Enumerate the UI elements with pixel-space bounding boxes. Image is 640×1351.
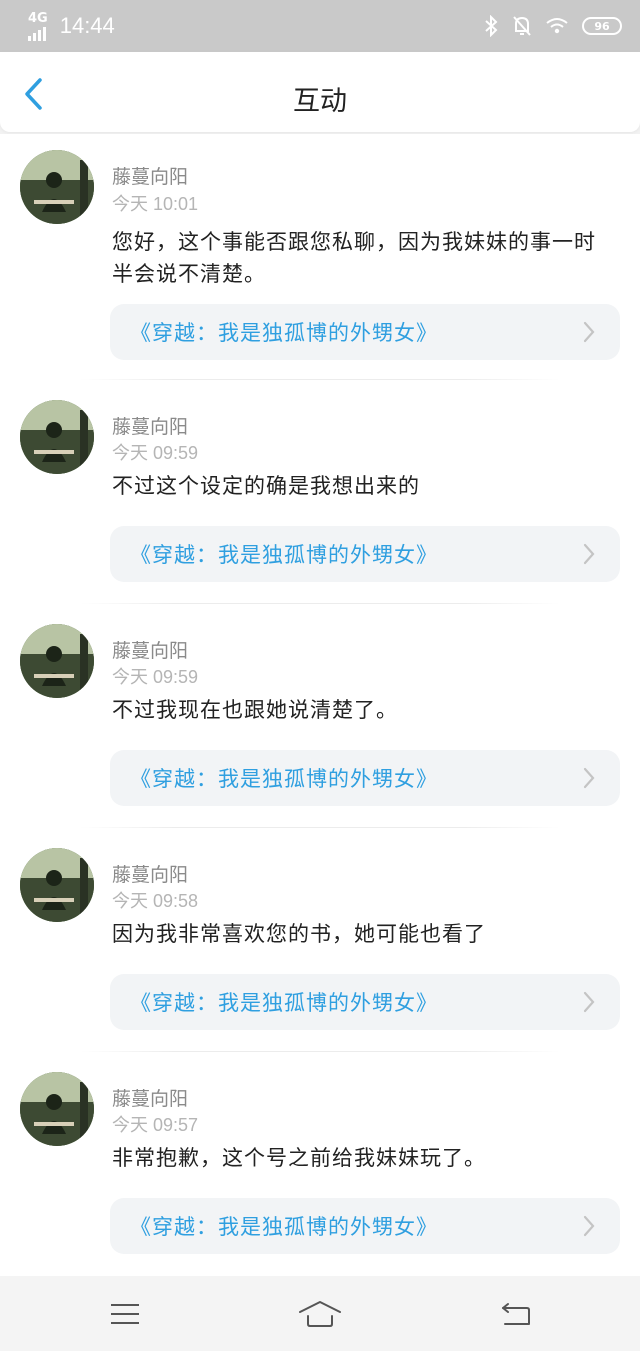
mute-bell-icon — [512, 15, 532, 37]
username: 藤蔓向阳 — [112, 1088, 189, 1110]
page-title: 互动 — [293, 86, 347, 117]
message-text: 非常抱歉，这个号之前给我妹妹玩了。 — [112, 1146, 486, 1170]
chevron-right-icon — [583, 543, 595, 565]
message-text: 不过我现在也跟她说清楚了。 — [112, 698, 398, 722]
list-item: 藤蔓向阳 今天 09:59 不过这个设定的确是我想出来的 《穿越：我是独孤博的外… — [0, 380, 640, 604]
back-nav-button[interactable] — [494, 1294, 538, 1334]
status-right: 96 — [484, 15, 622, 37]
avatar[interactable] — [20, 624, 94, 698]
avatar[interactable] — [20, 150, 94, 224]
status-bar: 4G 14:44 96 — [0, 0, 640, 52]
list-item: 藤蔓向阳 今天 09:59 不过我现在也跟她说清楚了。 《穿越：我是独孤博的外甥… — [0, 604, 640, 828]
status-left: 4G 14:44 — [28, 12, 115, 41]
book-link[interactable]: 《穿越：我是独孤博的外甥女》 — [110, 750, 620, 806]
book-title: 《穿越：我是独孤博的外甥女》 — [130, 1215, 438, 1239]
timestamp: 今天 09:57 — [112, 1115, 199, 1135]
username: 藤蔓向阳 — [112, 864, 189, 886]
avatar[interactable] — [20, 400, 94, 474]
header: 互动 — [0, 52, 640, 132]
book-link[interactable]: 《穿越：我是独孤博的外甥女》 — [110, 974, 620, 1030]
timestamp: 今天 09:59 — [112, 443, 199, 463]
book-link[interactable]: 《穿越：我是独孤博的外甥女》 — [110, 1198, 620, 1254]
list-item: 藤蔓向阳 今天 10:01 您好，这个事能否跟您私聊，因为我妹妹的事一时半会说不… — [0, 134, 640, 380]
timestamp: 今天 10:01 — [112, 194, 199, 214]
home-button[interactable] — [296, 1294, 344, 1334]
clock: 14:44 — [59, 13, 115, 38]
wifi-icon — [546, 17, 568, 35]
chevron-right-icon — [583, 991, 595, 1013]
menu-icon — [111, 1304, 139, 1324]
avatar[interactable] — [20, 1072, 94, 1146]
network-label: 4G — [28, 10, 48, 26]
list-item: 藤蔓向阳 今天 09:58 因为我非常喜欢您的书，她可能也看了 《穿越：我是独孤… — [0, 828, 640, 1052]
bluetooth-icon — [484, 15, 498, 37]
username: 藤蔓向阳 — [112, 416, 189, 438]
message-text: 因为我非常喜欢您的书，她可能也看了 — [112, 922, 486, 946]
chevron-right-icon — [583, 767, 595, 789]
battery-level: 96 — [594, 19, 610, 33]
avatar[interactable] — [20, 848, 94, 922]
menu-button[interactable] — [103, 1294, 147, 1334]
book-title: 《穿越：我是独孤博的外甥女》 — [130, 321, 438, 345]
chevron-right-icon — [583, 321, 595, 343]
list-item: 藤蔓向阳 今天 09:57 非常抱歉，这个号之前给我妹妹玩了。 《穿越：我是独孤… — [0, 1052, 640, 1276]
chevron-right-icon — [583, 1215, 595, 1237]
book-link[interactable]: 《穿越：我是独孤博的外甥女》 — [110, 526, 620, 582]
username: 藤蔓向阳 — [112, 640, 189, 662]
message-text: 您好，这个事能否跟您私聊，因为我妹妹的事一时半会说不清楚。 — [112, 230, 596, 286]
home-icon — [299, 1301, 341, 1327]
message-text: 不过这个设定的确是我想出来的 — [112, 474, 420, 498]
timestamp: 今天 09:58 — [112, 891, 199, 911]
book-title: 《穿越：我是独孤博的外甥女》 — [130, 543, 438, 567]
battery-icon: 96 — [582, 17, 622, 35]
signal-icon — [28, 25, 46, 41]
return-icon — [502, 1303, 530, 1325]
timestamp: 今天 09:59 — [112, 667, 199, 687]
book-title: 《穿越：我是独孤博的外甥女》 — [130, 991, 438, 1015]
book-title: 《穿越：我是独孤博的外甥女》 — [130, 767, 438, 791]
username: 藤蔓向阳 — [112, 166, 189, 188]
system-nav-bar — [0, 1276, 640, 1351]
interaction-list[interactable]: 藤蔓向阳 今天 10:01 您好，这个事能否跟您私聊，因为我妹妹的事一时半会说不… — [0, 134, 640, 1276]
book-link[interactable]: 《穿越：我是独孤博的外甥女》 — [110, 304, 620, 360]
